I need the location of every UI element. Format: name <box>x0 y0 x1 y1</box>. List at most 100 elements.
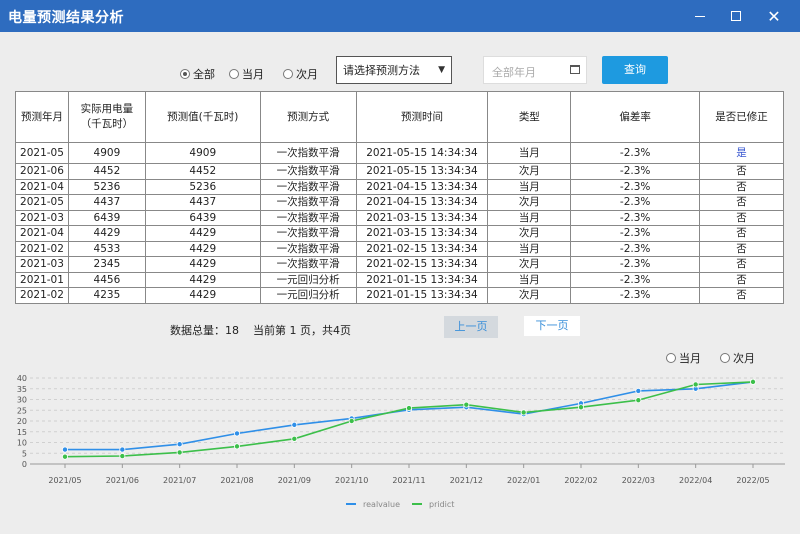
table-cell: 4909 <box>67 142 146 164</box>
table-cell: -2.3% <box>570 240 701 257</box>
table-cell: 2021-05 <box>15 142 69 164</box>
data-point-pridict <box>348 418 355 425</box>
table-cell: 4429 <box>67 225 146 242</box>
month-picker[interactable]: 全部年月 <box>483 56 587 84</box>
table-cell: 2021-03 <box>15 256 69 273</box>
method-select[interactable]: 请选择预测方法 ▼ <box>336 56 452 84</box>
table-cell: 4437 <box>67 194 146 211</box>
table-body: 2021-05 4909 4909 一次指数平滑 2021-05-15 14:34:34… <box>15 142 784 304</box>
table-cell: 次月 <box>487 256 572 273</box>
data-point-pridict <box>578 404 585 411</box>
table-cell: 2021-04 <box>15 178 69 195</box>
title-bar: 电量预测结果分析 ✕ <box>0 0 800 32</box>
table-cell: 2021-03 <box>15 209 69 226</box>
table-cell: 一次指数平滑 <box>259 209 357 226</box>
maximize-button[interactable] <box>718 0 754 32</box>
calendar-icon[interactable] <box>570 65 580 74</box>
table-row[interactable]: 2021-02 4533 4429 一次指数平滑 2021-02-15 13:34:34… <box>15 240 784 257</box>
table-cell: 一元回归分析 <box>259 271 357 288</box>
table-row[interactable]: 2021-02 4235 4429 一元回归分析 2021-01-15 13:34:34… <box>15 287 784 304</box>
data-point-realvalue <box>176 441 183 448</box>
table-cell: 2021-04-15 13:34:34 <box>355 178 489 195</box>
forecast-table: 预测年月 实际用电量 （千瓦时） 预测值(千瓦时) 预测方式 预测时间 类型 偏差率 是否已修正… <box>15 91 784 304</box>
close-button[interactable]: ✕ <box>756 0 792 32</box>
table-cell: 2021-05 <box>15 194 69 211</box>
table-row[interactable]: 2021-05 4437 4437 一次指数平滑 2021-04-15 13:34:34… <box>15 194 784 211</box>
table-cell: 5236 <box>144 178 261 195</box>
table-cell: 次月 <box>487 194 572 211</box>
table-cell: 4456 <box>67 271 146 288</box>
maximize-icon <box>731 11 741 21</box>
table-cell: 2021-03-15 13:34:34 <box>355 209 489 226</box>
data-point-realvalue <box>635 387 642 394</box>
data-point-pridict <box>750 378 757 385</box>
table-row[interactable]: 2021-04 5236 5236 一次指数平滑 2021-04-15 13:34:34… <box>15 178 784 195</box>
table-cell: 4533 <box>67 240 146 257</box>
y-tick-label: 0 <box>22 460 27 469</box>
table-cell: -2.3% <box>570 194 701 211</box>
radio-dot-icon <box>720 353 730 363</box>
data-point-realvalue <box>291 421 298 428</box>
table-cell: 否 <box>699 287 784 304</box>
radio-label: 次月 <box>296 68 318 81</box>
method-select-value: 请选择预测方法 <box>343 64 420 77</box>
radio-current-month[interactable]: 当月 <box>229 66 264 82</box>
table-row[interactable]: 2021-04 4429 4429 一次指数平滑 2021-03-15 13:34:34… <box>15 225 784 242</box>
table-row[interactable]: 2021-03 2345 4429 一次指数平滑 2021-02-15 13:34:34… <box>15 256 784 273</box>
minimize-button[interactable] <box>682 0 718 32</box>
column-header: 实际用电量 （千瓦时） <box>67 91 146 143</box>
table-cell: 当月 <box>487 240 572 257</box>
radio-all[interactable]: 全部 <box>180 66 215 82</box>
table-cell: 4429 <box>144 271 261 288</box>
table-cell: 4452 <box>144 163 261 180</box>
x-tick-label: 2021/05 <box>48 476 81 485</box>
table-cell: 2021-02 <box>15 240 69 257</box>
table-row[interactable]: 2021-01 4456 4429 一元回归分析 2021-01-15 13:34:34… <box>15 271 784 288</box>
y-tick-label: 30 <box>17 396 27 405</box>
table-cell: 否 <box>699 163 784 180</box>
table-cell: 6439 <box>144 209 261 226</box>
x-tick-label: 2022/05 <box>736 476 769 485</box>
table-cell: 2021-05-15 14:34:34 <box>355 142 489 164</box>
radio-dot-icon <box>180 69 190 79</box>
data-point-pridict <box>405 405 412 412</box>
table-cell: 当月 <box>487 142 572 164</box>
next-page-button[interactable]: 下一页 <box>524 316 580 336</box>
table-row[interactable]: 2021-03 6439 6439 一次指数平滑 2021-03-15 13:34:34… <box>15 209 784 226</box>
table-cell: 2021-04 <box>15 225 69 242</box>
table-cell: -2.3% <box>570 225 701 242</box>
y-tick-label: 35 <box>17 385 27 394</box>
table-cell: 一次指数平滑 <box>259 240 357 257</box>
column-header: 偏差率 <box>570 91 701 143</box>
table-cell: 是 <box>699 142 784 164</box>
column-header: 是否已修正 <box>699 91 784 143</box>
table-row[interactable]: 2021-05 4909 4909 一次指数平滑 2021-05-15 14:34:34… <box>15 142 784 164</box>
table-cell: -2.3% <box>570 256 701 273</box>
legend-label: realvalue <box>363 500 400 509</box>
x-tick-label: 2022/03 <box>622 476 655 485</box>
table-cell: 4452 <box>67 163 146 180</box>
table-cell: 4235 <box>67 287 146 304</box>
query-button[interactable]: 查询 <box>602 56 668 84</box>
table-cell: 2021-04-15 13:34:34 <box>355 194 489 211</box>
x-tick-label: 2021/10 <box>335 476 368 485</box>
table-cell: 2021-01-15 13:34:34 <box>355 271 489 288</box>
data-point-pridict <box>62 453 69 460</box>
table-cell: 否 <box>699 240 784 257</box>
table-header-row: 预测年月 实际用电量 （千瓦时） 预测值(千瓦时) 预测方式 预测时间 类型 偏差率 是否已修正 <box>15 91 784 143</box>
table-row[interactable]: 2021-06 4452 4452 一次指数平滑 2021-05-15 13:34:34… <box>15 163 784 180</box>
y-tick-label: 40 <box>17 374 27 383</box>
table-cell: 否 <box>699 256 784 273</box>
radio-next-month[interactable]: 次月 <box>283 66 318 82</box>
table-cell: 4429 <box>144 225 261 242</box>
data-point-pridict <box>635 397 642 404</box>
table-cell: 一次指数平滑 <box>259 178 357 195</box>
table-cell: 6439 <box>67 209 146 226</box>
radio-dot-icon <box>283 69 293 79</box>
chart-filter: 当月 次月 <box>0 350 800 365</box>
x-tick-label: 2021/11 <box>392 476 425 485</box>
month-picker-placeholder: 全部年月 <box>492 66 536 79</box>
table-cell: -2.3% <box>570 287 701 304</box>
data-point-pridict <box>520 409 527 416</box>
prev-page-button[interactable]: 上一页 <box>444 316 498 338</box>
